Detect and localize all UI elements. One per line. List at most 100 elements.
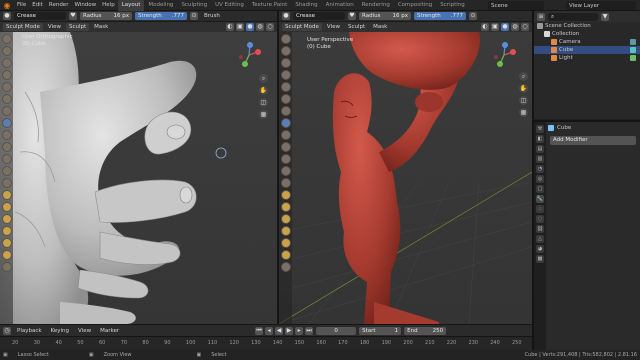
- pinch-tool-icon[interactable]: [280, 178, 291, 188]
- outliner-row-cube[interactable]: Cube: [534, 46, 640, 54]
- scrape-tool-icon[interactable]: [1, 166, 12, 176]
- menu-window[interactable]: Window: [71, 0, 99, 11]
- data-tab-icon[interactable]: △: [536, 235, 544, 243]
- crease-tool-icon[interactable]: [1, 118, 12, 128]
- flatten-tool-icon[interactable]: [280, 142, 291, 152]
- blender-logo-icon[interactable]: ◉: [2, 1, 12, 10]
- menu-edit[interactable]: Edit: [29, 0, 46, 11]
- view-layer-selector[interactable]: View Layer: [566, 1, 636, 10]
- grab-tool-icon[interactable]: [280, 190, 291, 200]
- smooth-tool-icon[interactable]: [280, 130, 291, 140]
- fake-user-icon[interactable]: ♥: [69, 12, 77, 20]
- grab-tool-icon[interactable]: [1, 190, 12, 200]
- scene-tab-icon[interactable]: ◔: [536, 165, 544, 173]
- mode-selector[interactable]: Sculpt Mode: [282, 23, 322, 31]
- pressure-icon[interactable]: ⊙: [190, 12, 198, 20]
- tab-layout[interactable]: Layout: [117, 0, 145, 11]
- tool-tab-icon[interactable]: ⚒: [536, 125, 544, 133]
- navigation-gizmo[interactable]: [491, 42, 517, 68]
- pose-tool-icon[interactable]: [1, 226, 12, 236]
- camera-data-icon[interactable]: [630, 39, 636, 45]
- draw-tool-icon[interactable]: [280, 34, 291, 44]
- nudge-tool-icon[interactable]: [1, 238, 12, 248]
- thumb-tool-icon[interactable]: [1, 214, 12, 224]
- timeline-ruler[interactable]: 20 30 40 50 60 70 80 90 100 110 120 130 140 150 160 170…: [0, 336, 532, 350]
- solid-shading-icon[interactable]: ●: [501, 23, 509, 31]
- perspective-toggle-icon[interactable]: ▦: [519, 108, 528, 117]
- material-tab-icon[interactable]: ◕: [536, 245, 544, 253]
- mask-tool-icon[interactable]: [280, 262, 291, 272]
- fake-user-icon[interactable]: ♥: [348, 12, 356, 20]
- outliner-row-light[interactable]: Light: [534, 54, 640, 62]
- end-frame-field[interactable]: End 250: [404, 326, 447, 335]
- pan-icon[interactable]: ✋: [519, 84, 528, 93]
- brush-selector[interactable]: Crease: [293, 12, 345, 20]
- pressure-icon[interactable]: ⊙: [469, 12, 477, 20]
- clay-strips-tool-icon[interactable]: [1, 70, 12, 80]
- tab-scripting[interactable]: Scripting: [436, 0, 468, 11]
- overlay-icon[interactable]: ◐: [481, 23, 489, 31]
- menu-view[interactable]: View: [324, 23, 343, 31]
- draw-tool-icon[interactable]: [1, 34, 12, 44]
- add-modifier-button[interactable]: Add Modifier: [550, 136, 636, 145]
- zoom-icon[interactable]: ⌕: [519, 72, 528, 81]
- solid-shading-icon[interactable]: ●: [246, 23, 254, 31]
- menu-playback[interactable]: Playback: [14, 327, 45, 335]
- radius-field[interactable]: Radius 16 px: [359, 12, 411, 20]
- radius-field[interactable]: Radius 16 px: [80, 12, 132, 20]
- physics-tab-icon[interactable]: ◌: [536, 215, 544, 223]
- nudge-tool-icon[interactable]: [280, 238, 291, 248]
- outliner-search-input[interactable]: ⌕: [548, 12, 598, 21]
- light-data-icon[interactable]: [630, 55, 636, 61]
- render-tab-icon[interactable]: ◧: [536, 135, 544, 143]
- rendered-shading-icon[interactable]: ○: [266, 23, 274, 31]
- play-reverse-icon[interactable]: ◀: [275, 326, 284, 335]
- outliner-editor-icon[interactable]: ≡: [537, 12, 545, 21]
- pan-icon[interactable]: ✋: [259, 86, 268, 95]
- menu-sculpt[interactable]: Sculpt: [65, 23, 90, 31]
- view-layer-tab-icon[interactable]: ▥: [536, 155, 544, 163]
- scene-selector[interactable]: Scene: [488, 1, 544, 10]
- snake-hook-tool-icon[interactable]: [1, 202, 12, 212]
- outliner-row-camera[interactable]: Camera: [534, 38, 640, 46]
- output-tab-icon[interactable]: ▤: [536, 145, 544, 153]
- menu-help[interactable]: Help: [99, 0, 118, 11]
- tab-modeling[interactable]: Modeling: [144, 0, 177, 11]
- perspective-toggle-icon[interactable]: ▦: [259, 110, 268, 119]
- xray-icon[interactable]: ▣: [236, 23, 244, 31]
- rotate-tool-icon[interactable]: [280, 250, 291, 260]
- draw-sharp-tool-icon[interactable]: [280, 46, 291, 56]
- mesh-data-icon[interactable]: [630, 47, 636, 53]
- menu-view[interactable]: View: [45, 23, 64, 31]
- current-frame-field[interactable]: 0: [316, 326, 357, 335]
- tab-rendering[interactable]: Rendering: [358, 0, 394, 11]
- texture-tab-icon[interactable]: ▩: [536, 255, 544, 263]
- scrape-tool-icon[interactable]: [280, 166, 291, 176]
- prev-key-icon[interactable]: ◂: [265, 326, 274, 335]
- menu-view[interactable]: View: [75, 327, 94, 335]
- smooth-tool-icon[interactable]: [1, 130, 12, 140]
- brush-menu[interactable]: Brush: [201, 12, 223, 20]
- inflate-tool-icon[interactable]: [1, 94, 12, 104]
- blob-tool-icon[interactable]: [280, 106, 291, 116]
- camera-view-icon[interactable]: ◫: [519, 96, 528, 105]
- fill-tool-icon[interactable]: [1, 154, 12, 164]
- tab-compositing[interactable]: Compositing: [394, 0, 436, 11]
- object-tab-icon[interactable]: ▢: [536, 185, 544, 193]
- strength-field[interactable]: Strength .777: [414, 12, 466, 20]
- mask-tool-icon[interactable]: [1, 262, 12, 272]
- jump-start-icon[interactable]: ⏮: [255, 326, 264, 335]
- strength-field[interactable]: Strength .777: [135, 12, 187, 20]
- crease-tool-icon[interactable]: [280, 118, 291, 128]
- pinch-tool-icon[interactable]: [1, 178, 12, 188]
- flatten-tool-icon[interactable]: [1, 142, 12, 152]
- menu-file[interactable]: File: [14, 0, 29, 11]
- menu-sculpt[interactable]: Sculpt: [345, 23, 368, 31]
- thumb-tool-icon[interactable]: [280, 214, 291, 224]
- rotate-tool-icon[interactable]: [1, 250, 12, 260]
- tab-texture-paint[interactable]: Texture Paint: [248, 0, 292, 11]
- rendered-shading-icon[interactable]: ○: [521, 23, 529, 31]
- menu-mask[interactable]: Mask: [91, 23, 111, 31]
- layer-tool-icon[interactable]: [1, 82, 12, 92]
- timeline-editor-icon[interactable]: ◷: [3, 326, 11, 335]
